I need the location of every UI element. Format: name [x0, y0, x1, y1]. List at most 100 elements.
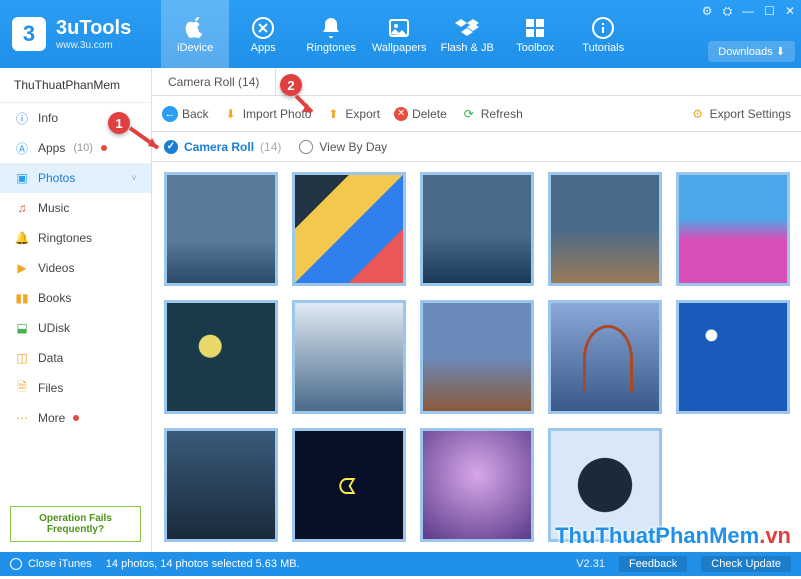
nav-label: iDevice	[177, 42, 213, 54]
nav-ringtones[interactable]: Ringtones	[297, 0, 365, 68]
photo-thumbnail[interactable]	[292, 428, 406, 542]
photo-grid	[152, 162, 801, 552]
status-bar: Close iTunes 14 photos, 14 photos select…	[0, 552, 801, 576]
toolbox-icon	[521, 14, 549, 42]
photo-thumbnail[interactable]	[676, 172, 790, 286]
sidebar: ThuThuatPhanMem ⓘ Info Ⓐ Apps (10) ▣ Pho…	[0, 68, 152, 552]
export-icon: ⬆	[325, 106, 341, 122]
export-settings-button[interactable]: ⚙ Export Settings	[690, 106, 791, 122]
view-by-day[interactable]: View By Day	[299, 140, 387, 154]
more-icon: ⋯	[14, 410, 30, 426]
nav-wallpapers[interactable]: Wallpapers	[365, 0, 433, 68]
settings-icon: ⚙	[690, 106, 706, 122]
sidebar-item-label: Photos	[38, 171, 75, 185]
photo-thumbnail[interactable]	[420, 300, 534, 414]
downloads-button[interactable]: Downloads ⬇	[708, 41, 795, 62]
nav-label: Toolbox	[516, 42, 554, 54]
photo-thumbnail[interactable]	[548, 300, 662, 414]
view-camera-roll[interactable]: Camera Roll (14)	[164, 140, 281, 154]
window-controls: ⚙ ⛭ — ☐ ✕	[702, 4, 795, 19]
nav-idevice[interactable]: iDevice	[161, 0, 229, 68]
nav-apps[interactable]: Apps	[229, 0, 297, 68]
photo-thumbnail[interactable]	[548, 428, 662, 542]
sidebar-item-files[interactable]: 🗎 Files	[0, 373, 151, 403]
nav-tutorials[interactable]: Tutorials	[569, 0, 637, 68]
photo-thumbnail[interactable]	[164, 428, 278, 542]
import-photo-button[interactable]: ⬇ Import Photo	[223, 106, 312, 122]
apps-icon: Ⓐ	[14, 140, 30, 156]
nav-toolbox[interactable]: Toolbox	[501, 0, 569, 68]
view-bar: Camera Roll (14) View By Day	[152, 132, 801, 162]
book-icon: ▮▮	[14, 290, 30, 306]
photo-thumbnail[interactable]	[164, 172, 278, 286]
nav-label: Wallpapers	[372, 42, 427, 54]
nav-label: Apps	[251, 42, 276, 54]
sidebar-item-label: Data	[38, 351, 63, 365]
gear-icon[interactable]: ⛭	[723, 4, 733, 19]
sidebar-item-videos[interactable]: ▶ Videos	[0, 253, 151, 283]
brand-block: 3uTools www.3u.com	[56, 17, 131, 51]
sidebar-item-label: Videos	[38, 261, 74, 275]
content-tabs: Camera Roll (14)	[152, 68, 801, 96]
photo-thumbnail[interactable]	[292, 172, 406, 286]
photo-thumbnail[interactable]	[420, 172, 534, 286]
status-text: 14 photos, 14 photos selected 5.63 MB.	[106, 558, 562, 570]
radio-unchecked-icon	[299, 140, 313, 154]
sidebar-item-udisk[interactable]: ⬓ UDisk	[0, 313, 151, 343]
back-button[interactable]: ← Back	[162, 106, 209, 122]
sidebar-item-label: Apps	[38, 141, 65, 155]
export-button[interactable]: ⬆ Export	[325, 106, 380, 122]
apps-icon	[249, 14, 277, 42]
top-nav: iDevice Apps Ringtones Wallpapers Flash …	[161, 0, 637, 68]
sidebar-item-count: (10)	[73, 142, 93, 154]
sidebar-item-label: Music	[38, 201, 69, 215]
image-icon	[385, 14, 413, 42]
nav-flash-jb[interactable]: Flash & JB	[433, 0, 501, 68]
photo-thumbnail[interactable]	[164, 300, 278, 414]
photo-thumbnail[interactable]	[548, 172, 662, 286]
settings-icon[interactable]: ⚙	[702, 4, 713, 19]
sidebar-item-info[interactable]: ⓘ Info	[0, 103, 151, 133]
check-update-button[interactable]: Check Update	[701, 556, 791, 572]
photo-thumbnail[interactable]	[292, 300, 406, 414]
info-icon: ⓘ	[14, 110, 30, 126]
version-label: V2.31	[576, 558, 605, 570]
circle-icon	[10, 558, 22, 570]
sidebar-item-music[interactable]: ♫ Music	[0, 193, 151, 223]
tab-camera-roll[interactable]: Camera Roll (14)	[152, 68, 276, 95]
import-icon: ⬇	[223, 106, 239, 122]
radio-checked-icon	[164, 140, 178, 154]
titlebar: 3 3uTools www.3u.com iDevice Apps Ringto…	[0, 0, 801, 68]
nav-label: Ringtones	[306, 42, 356, 54]
info-circle-icon	[589, 14, 617, 42]
sidebar-item-label: Ringtones	[38, 231, 92, 245]
faq-link[interactable]: Operation Fails Frequently?	[10, 506, 141, 542]
data-icon: ◫	[14, 350, 30, 366]
sidebar-item-photos[interactable]: ▣ Photos ˅	[0, 163, 151, 193]
minimize-button[interactable]: —	[742, 4, 754, 19]
maximize-button[interactable]: ☐	[764, 4, 775, 19]
sidebar-item-ringtones[interactable]: 🔔 Ringtones	[0, 223, 151, 253]
sidebar-item-data[interactable]: ◫ Data	[0, 343, 151, 373]
notification-dot-icon	[73, 415, 79, 421]
sidebar-item-apps[interactable]: Ⓐ Apps (10)	[0, 133, 151, 163]
sidebar-item-label: UDisk	[38, 321, 70, 335]
device-name: ThuThuatPhanMem	[0, 68, 151, 103]
content-area: Camera Roll (14) ← Back ⬇ Import Photo ⬆…	[152, 68, 801, 552]
video-icon: ▶	[14, 260, 30, 276]
photo-thumbnail[interactable]	[676, 300, 790, 414]
nav-label: Tutorials	[582, 42, 624, 54]
close-itunes-button[interactable]: Close iTunes	[10, 558, 92, 570]
refresh-button[interactable]: ⟳ Refresh	[461, 106, 523, 122]
delete-button[interactable]: ✕ Delete	[394, 107, 447, 121]
sidebar-item-more[interactable]: ⋯ More	[0, 403, 151, 433]
udisk-icon: ⬓	[14, 320, 30, 336]
sidebar-item-books[interactable]: ▮▮ Books	[0, 283, 151, 313]
files-icon: 🗎	[14, 380, 30, 396]
photo-thumbnail[interactable]	[420, 428, 534, 542]
app-logo: 3	[12, 17, 46, 51]
dropbox-icon	[453, 14, 481, 42]
back-icon: ←	[162, 106, 178, 122]
feedback-button[interactable]: Feedback	[619, 556, 687, 572]
close-button[interactable]: ✕	[785, 4, 795, 19]
